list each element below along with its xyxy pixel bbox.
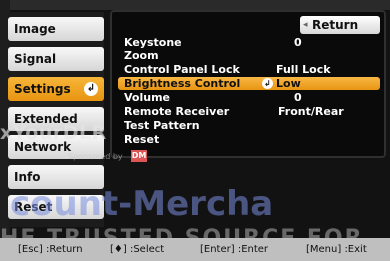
return-label: Return	[312, 18, 359, 32]
row-label: Brightness Control	[124, 77, 241, 90]
projector-menu-screen: Image Signal Settings ↲ Extended Network…	[0, 0, 390, 261]
settings-panel: ◂ Return Keystone 0 Zoom Control Panel L…	[110, 10, 386, 158]
row-label: Zoom	[124, 49, 159, 62]
hint-exit: [Menu] :Exit	[306, 244, 367, 255]
hint-enter: [Enter] :Enter	[200, 244, 269, 255]
row-value: Front/Rear	[278, 105, 344, 118]
menu-row-zoom[interactable]: Zoom	[118, 49, 380, 62]
menu-row-volume[interactable]: Volume 0	[118, 91, 380, 104]
row-label: Volume	[124, 91, 170, 104]
nav-item-label: Signal	[14, 52, 57, 66]
menu-row-reset[interactable]: Reset	[118, 133, 380, 146]
row-label: Control Panel Lock	[124, 63, 240, 76]
row-label: Remote Receiver	[124, 105, 230, 118]
nav-item-signal[interactable]: Signal	[8, 47, 104, 71]
sponsor-logo: DM	[131, 150, 147, 162]
nav-item-image[interactable]: Image	[8, 17, 104, 41]
nav-item-label: Image	[14, 22, 56, 36]
row-value: Low	[276, 77, 301, 90]
key-hint-bar: [Esc] :Return [♦] :Select [Enter] :Enter…	[0, 238, 390, 261]
menu-row-keystone[interactable]: Keystone 0	[118, 36, 380, 49]
menu-row-test-pattern[interactable]: Test Pattern	[118, 119, 380, 132]
return-arrow-icon: ◂	[303, 20, 308, 30]
enter-icon: ↲	[262, 78, 273, 89]
row-value: 0	[294, 36, 302, 49]
row-label: Test Pattern	[124, 119, 200, 132]
sponsored-text: Sponsored by	[68, 152, 123, 161]
row-label: Reset	[124, 133, 160, 146]
nav-item-label: Info	[14, 170, 41, 184]
watermark-text: xYourDLR	[0, 122, 107, 144]
nav-item-settings[interactable]: Settings ↲	[8, 77, 104, 101]
menu-row-brightness-control[interactable]: Brightness Control ↲ Low	[118, 77, 380, 90]
enter-icon: ↲	[84, 82, 98, 96]
hint-return: [Esc] :Return	[18, 244, 83, 255]
screen-top-band	[0, 0, 390, 10]
row-value: Full Lock	[276, 63, 331, 76]
watermark-text: count-Mercha	[10, 184, 274, 224]
row-label: Keystone	[124, 36, 182, 49]
menu-row-remote-receiver[interactable]: Remote Receiver Front/Rear	[118, 105, 380, 118]
menu-row-control-panel-lock[interactable]: Control Panel Lock Full Lock	[118, 63, 380, 76]
nav-item-label: Settings	[14, 82, 71, 96]
return-button[interactable]: ◂ Return	[300, 16, 380, 34]
row-value: 0	[294, 91, 302, 104]
hint-select: [♦] :Select	[110, 244, 165, 255]
